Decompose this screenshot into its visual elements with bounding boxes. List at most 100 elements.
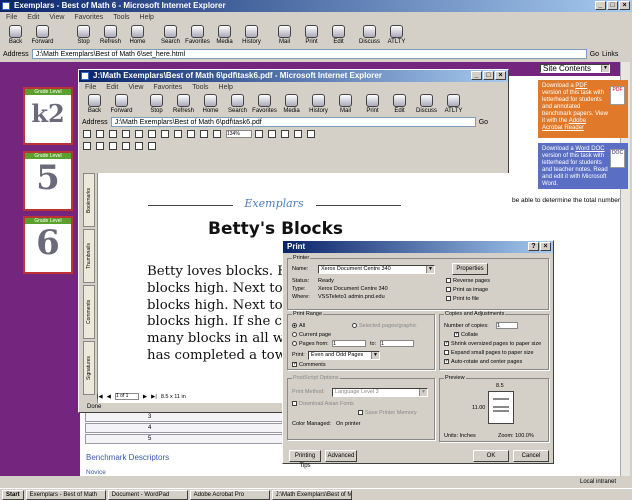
- tab-comments[interactable]: Comments: [83, 285, 95, 339]
- menu-favorites[interactable]: Favorites: [74, 12, 103, 23]
- tab-bookmarks[interactable]: Bookmarks: [83, 173, 95, 227]
- history-button[interactable]: History: [238, 25, 265, 47]
- task-folder[interactable]: J:\Math Exemplars\Best of Math 6: [271, 489, 352, 500]
- tab-thumbnails[interactable]: Thumbnails: [83, 229, 95, 283]
- collate-checkbox[interactable]: ✓ Collate: [454, 332, 478, 338]
- zoom-in-icon[interactable]: [255, 130, 263, 138]
- stop-button[interactable]: Stop: [70, 25, 97, 47]
- close-button[interactable]: ×: [619, 1, 630, 10]
- close-button[interactable]: ×: [540, 242, 551, 251]
- shrink-checkbox[interactable]: ✓ Shrink oversized pages to paper size: [444, 341, 541, 347]
- word-doc-link[interactable]: Word DOC: [575, 146, 604, 152]
- refresh-button[interactable]: Refresh: [97, 25, 124, 47]
- tab-signatures[interactable]: Signatures: [83, 341, 95, 395]
- menu-tools[interactable]: Tools: [192, 82, 208, 93]
- home-button[interactable]: Home: [197, 94, 224, 115]
- discuss-button[interactable]: Discuss: [413, 94, 440, 115]
- previous-page-icon[interactable]: ◀: [107, 394, 111, 400]
- print-dialog-title-bar[interactable]: Print ? ×: [283, 241, 553, 253]
- print-method-select[interactable]: Language Level 3 ▼: [332, 388, 428, 397]
- save-icon[interactable]: [83, 130, 91, 138]
- mail-button[interactable]: Mail: [332, 94, 359, 115]
- grade-thumbnail-5[interactable]: Grade Level 5: [23, 151, 73, 211]
- last-page-icon[interactable]: [200, 130, 208, 138]
- pages-from-input[interactable]: 1: [332, 340, 366, 347]
- help-icon[interactable]: [307, 130, 315, 138]
- zoom-input[interactable]: 134%: [226, 130, 252, 138]
- reverse-pages-checkbox[interactable]: Reverse pages: [446, 278, 490, 284]
- grade-thumbnail-6[interactable]: Grade Level 6: [23, 216, 73, 274]
- menu-help[interactable]: Help: [140, 12, 154, 23]
- printer-name-select[interactable]: Xerox Document Centre 340 ▼: [318, 265, 435, 274]
- edit-button[interactable]: Edit: [325, 25, 352, 47]
- favorites-button[interactable]: Favorites: [251, 94, 278, 115]
- menu-edit[interactable]: Edit: [106, 82, 118, 93]
- search-button[interactable]: Search: [157, 25, 184, 47]
- task-wordpad[interactable]: Document - WordPad: [107, 489, 188, 500]
- menu-tools[interactable]: Tools: [113, 12, 129, 23]
- hand-tool-icon[interactable]: [122, 130, 130, 138]
- minimize-button[interactable]: _: [595, 1, 606, 10]
- atlty-button[interactable]: ATLTY: [440, 94, 467, 115]
- rotate-icon[interactable]: [294, 130, 302, 138]
- pdf-link[interactable]: PDF: [575, 83, 587, 89]
- all-radio[interactable]: All: [292, 323, 305, 329]
- stamp-icon[interactable]: [109, 142, 117, 150]
- back-button[interactable]: Back: [81, 94, 108, 115]
- back-button[interactable]: Back: [2, 25, 29, 47]
- atlty-button[interactable]: ATLTY: [383, 25, 410, 47]
- email-icon[interactable]: [109, 130, 117, 138]
- grade-thumbnail-k2[interactable]: Grade Level k2: [23, 87, 73, 145]
- print-subset-select[interactable]: Even and Odd Pages ▼: [308, 351, 380, 360]
- last-page-icon[interactable]: ▶|: [151, 394, 157, 400]
- menu-edit[interactable]: Edit: [27, 12, 39, 23]
- properties-button[interactable]: Properties: [452, 263, 488, 275]
- history-button[interactable]: History: [305, 94, 332, 115]
- media-button[interactable]: Media: [211, 25, 238, 47]
- print-button[interactable]: Print: [359, 94, 386, 115]
- home-button[interactable]: Home: [124, 25, 151, 47]
- task-exemplars[interactable]: Exemplars - Best of Math: [25, 489, 106, 500]
- pdf-title-bar[interactable]: J:\Math Exemplars\Best of Math 6\pdf\tas…: [79, 70, 508, 82]
- page-number-input[interactable]: 1 of 1: [114, 393, 139, 400]
- task-acrobat[interactable]: Adobe Acrobat Pro: [189, 489, 270, 500]
- menu-view[interactable]: View: [49, 12, 64, 23]
- comments-checkbox[interactable]: ✓ Comments: [292, 362, 326, 368]
- favorites-button[interactable]: Favorites: [184, 25, 211, 47]
- site-contents-select[interactable]: Site Contents ▼: [540, 64, 610, 73]
- highlight-icon[interactable]: [96, 142, 104, 150]
- fit-page-icon[interactable]: [268, 130, 276, 138]
- pdf-address-input[interactable]: J:\Math Exemplars\Best of Math 6\pdf\tas…: [110, 117, 476, 127]
- current-page-radio[interactable]: Current page: [292, 332, 331, 338]
- pages-to-input[interactable]: 1: [380, 340, 414, 347]
- autorotate-checkbox[interactable]: ✓ Auto-rotate and center pages: [444, 359, 522, 365]
- forward-button[interactable]: Forward: [29, 25, 56, 47]
- menu-file[interactable]: File: [6, 12, 17, 23]
- comment-icon[interactable]: [83, 142, 91, 150]
- edit-button[interactable]: Edit: [386, 94, 413, 115]
- links-button[interactable]: Links: [602, 51, 618, 58]
- cancel-button[interactable]: Cancel: [513, 450, 549, 462]
- printing-tips-button[interactable]: Printing Tips: [289, 450, 321, 469]
- pencil-icon[interactable]: [122, 142, 130, 150]
- zoom-out-icon[interactable]: [213, 130, 221, 138]
- advanced-button[interactable]: Advanced: [325, 450, 357, 462]
- close-button[interactable]: ×: [495, 71, 506, 80]
- next-page-icon[interactable]: ▶: [143, 394, 147, 400]
- snapshot-icon[interactable]: [148, 130, 156, 138]
- select-text-icon[interactable]: [135, 130, 143, 138]
- save-memory-checkbox[interactable]: Save Printer Memory: [358, 410, 417, 416]
- copies-input[interactable]: 1: [496, 322, 518, 329]
- first-page-icon[interactable]: [161, 130, 169, 138]
- print-to-file-checkbox[interactable]: Print to file: [446, 296, 479, 302]
- print-button[interactable]: Print: [298, 25, 325, 47]
- next-page-icon[interactable]: [187, 130, 195, 138]
- ok-button[interactable]: OK: [473, 450, 509, 462]
- go-button[interactable]: Go: [479, 119, 488, 126]
- help-button[interactable]: ?: [528, 242, 539, 251]
- print-as-image-checkbox[interactable]: Print as image: [446, 287, 488, 293]
- menu-favorites[interactable]: Favorites: [153, 82, 182, 93]
- expand-checkbox[interactable]: Expand small pages to paper size: [444, 350, 534, 356]
- maximize-button[interactable]: □: [607, 1, 618, 10]
- menu-view[interactable]: View: [128, 82, 143, 93]
